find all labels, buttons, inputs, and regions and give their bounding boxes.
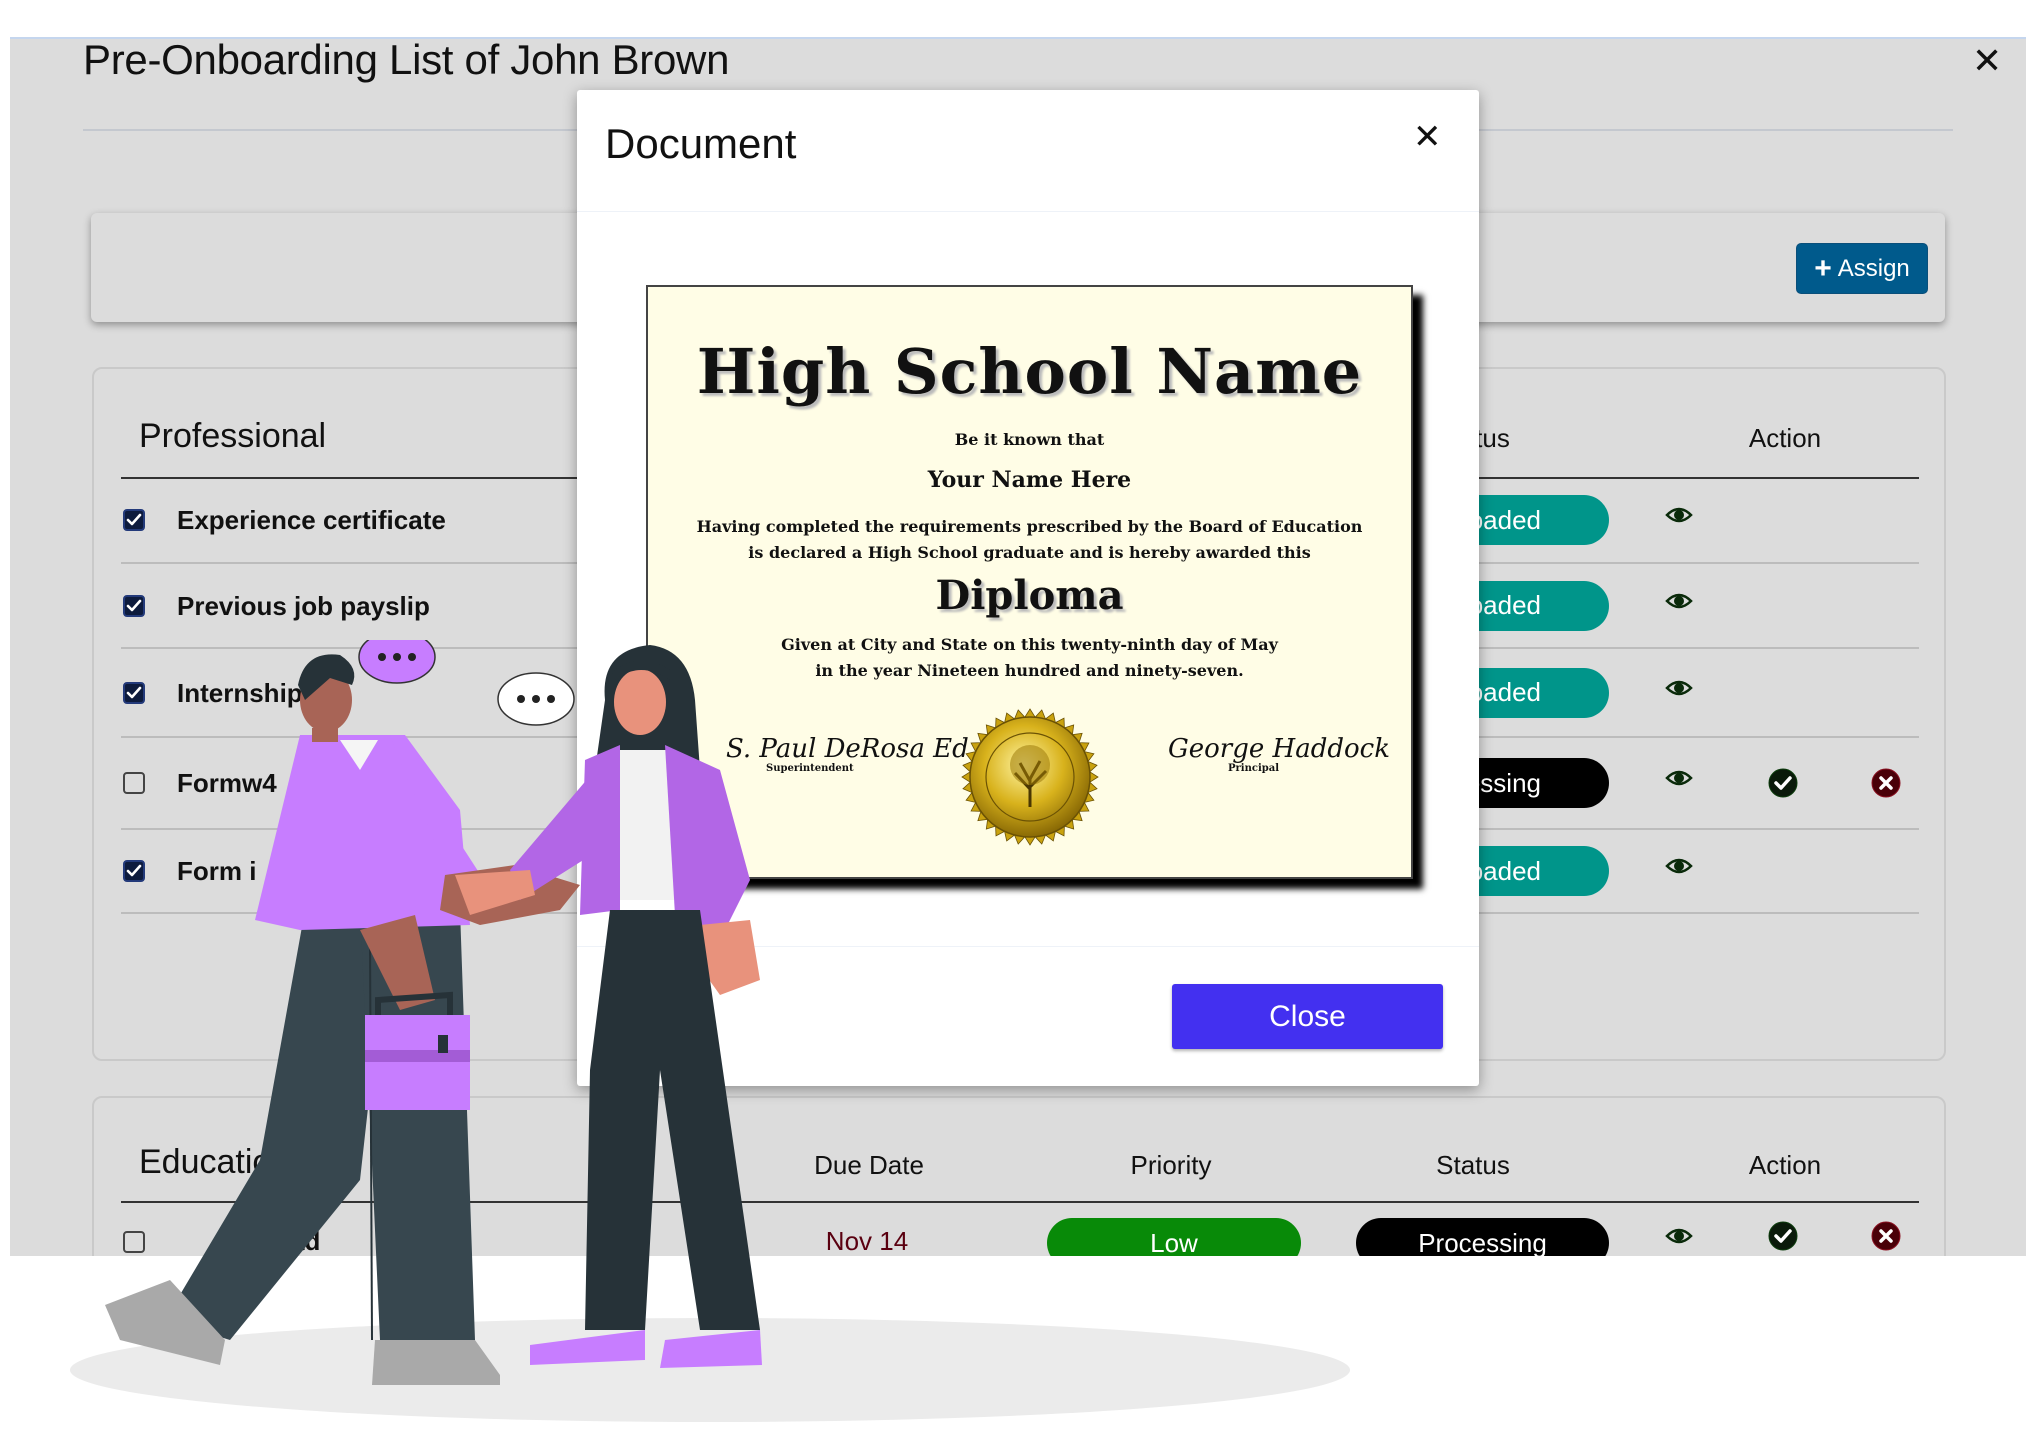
- diploma-recipient: Your Name Here: [927, 467, 1132, 493]
- diploma-text-line: is declared a High School graduate and i…: [748, 543, 1311, 562]
- diploma-text-line: in the year Nineteen hundred and ninety-…: [815, 661, 1244, 680]
- view-icon[interactable]: [1664, 851, 1694, 881]
- check-icon: [126, 599, 142, 613]
- education-priority-header: Priority: [1130, 1150, 1212, 1180]
- row-label: Formw4: [177, 768, 277, 798]
- education-due-date-header: Due Date: [814, 1150, 924, 1180]
- row-label: Previous job payslip: [177, 590, 430, 621]
- diploma-text-line: Given at City and State on this twenty-n…: [781, 635, 1278, 654]
- diploma-school-name: High School Name: [696, 335, 1363, 408]
- diploma-intro: Be it known that: [954, 430, 1105, 449]
- row-label: grad: [264, 1226, 321, 1256]
- check-icon: [126, 864, 142, 878]
- document-modal: Document ✕ High School Name Be it known …: [577, 90, 1479, 1086]
- table-row: grad Nov 14 Low Processing: [94, 1201, 1944, 1256]
- assign-label: Assign: [1837, 254, 1910, 282]
- priority-badge: Low: [1047, 1218, 1301, 1256]
- approve-icon[interactable]: [1768, 1221, 1798, 1251]
- official-seal-icon: [961, 708, 1099, 846]
- row-checkbox[interactable]: [123, 509, 145, 531]
- modal-close-icon[interactable]: ✕: [1413, 120, 1442, 154]
- row-checkbox[interactable]: [123, 860, 145, 882]
- row-checkbox[interactable]: [123, 772, 145, 794]
- diploma-document: High School Name Be it known that Your N…: [646, 285, 1413, 879]
- row-checkbox[interactable]: [123, 681, 145, 704]
- education-action-header: Action: [1748, 1150, 1822, 1180]
- reject-icon[interactable]: [1871, 768, 1901, 798]
- modal-title: Document: [605, 120, 797, 167]
- education-status-header: Status: [1436, 1150, 1510, 1180]
- professional-action-header: Action: [1748, 423, 1822, 453]
- view-icon[interactable]: [1664, 500, 1694, 530]
- view-icon[interactable]: [1664, 673, 1694, 703]
- approve-icon[interactable]: [1768, 768, 1798, 798]
- diploma-award: Diploma: [935, 572, 1124, 619]
- modal-header-divider: [577, 211, 1479, 212]
- check-icon: [126, 686, 142, 700]
- floor-shadow: [70, 1318, 1350, 1422]
- assign-button[interactable]: + Assign: [1796, 243, 1928, 294]
- signature-text: George Haddock: [1168, 734, 1390, 764]
- professional-title: Professional: [139, 417, 327, 455]
- check-icon: [126, 513, 142, 527]
- modal-footer-divider: [577, 946, 1479, 947]
- close-button[interactable]: Close: [1172, 984, 1443, 1049]
- view-icon[interactable]: [1664, 586, 1694, 616]
- view-icon[interactable]: [1664, 1221, 1694, 1251]
- education-title: Education: [139, 1143, 291, 1181]
- row-checkbox[interactable]: [123, 1231, 145, 1253]
- diploma-text-line: Having completed the requirements prescr…: [696, 517, 1363, 536]
- row-label: Experience certificate: [177, 505, 446, 535]
- status-badge: Processing: [1356, 1218, 1609, 1256]
- page-title: Pre-Onboarding List of John Brown: [83, 37, 730, 83]
- plus-icon: +: [1814, 251, 1832, 285]
- page-close-icon[interactable]: ✕: [1972, 43, 2002, 79]
- row-label: Internship: [177, 677, 303, 708]
- reject-icon[interactable]: [1871, 1221, 1901, 1251]
- due-date: Nov 14: [825, 1226, 909, 1256]
- view-icon[interactable]: [1664, 763, 1694, 793]
- signature-role: Superintendent: [766, 763, 854, 774]
- signature-role: Principal: [1228, 763, 1280, 774]
- education-section: Education Due Date Priority Status Actio…: [92, 1096, 1946, 1256]
- row-checkbox[interactable]: [123, 594, 145, 617]
- signature-principal: George Haddock Principal: [1168, 727, 1390, 774]
- row-label: Form i: [177, 856, 257, 886]
